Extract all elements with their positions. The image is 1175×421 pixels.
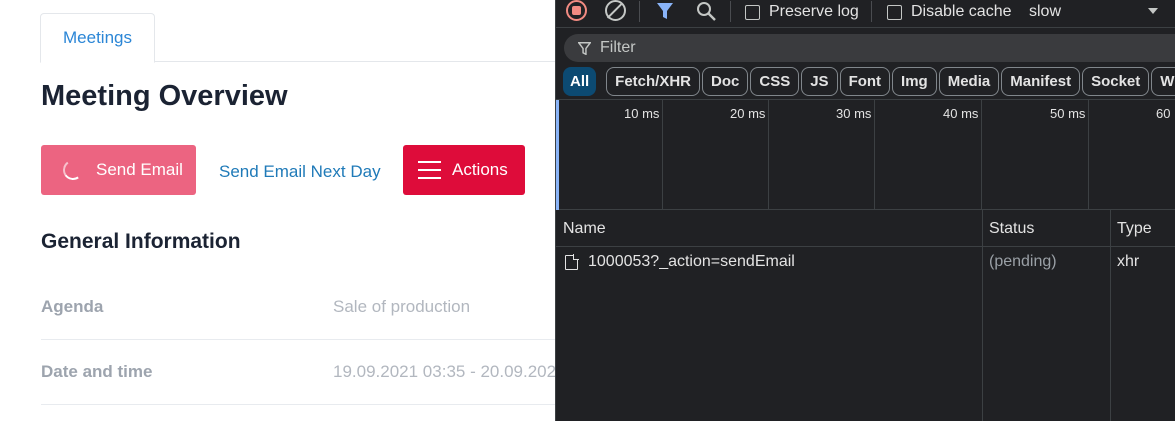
type-filter-bar: All Fetch/XHR Doc CSS JS Font Img Media Manifest… [563, 67, 1175, 96]
search-icon[interactable] [696, 1, 716, 21]
filter-placeholder: Filter [600, 39, 636, 56]
document-icon [565, 254, 579, 270]
column-header-type[interactable]: Type [1117, 220, 1152, 238]
filter-chip-socket[interactable]: Socket [1082, 67, 1150, 96]
column-header-status[interactable]: Status [989, 220, 1034, 238]
timeline-label: 20 ms [730, 106, 766, 121]
disable-cache-checkbox[interactable]: Disable cache [887, 0, 1012, 24]
request-table-header: Name Status Type [556, 210, 1175, 247]
page-title: Meeting Overview [41, 80, 288, 112]
app-panel: Meetings Meeting Overview Send Email Sen… [0, 0, 556, 421]
actions-label: Actions [452, 160, 508, 179]
preserve-log-checkbox[interactable]: Preserve log [745, 0, 859, 24]
filter-chip-media[interactable]: Media [938, 67, 1000, 96]
column-divider[interactable] [1110, 210, 1111, 421]
timeline-label: 60 ms [1156, 106, 1175, 121]
filter-funnel-icon [578, 41, 591, 55]
devtools-network-panel: Preserve log Disable cache slow Filter A… [555, 0, 1175, 421]
timeline-overview[interactable]: 10 ms 20 ms 30 ms 40 ms 50 ms 60 ms [556, 99, 1175, 211]
clear-icon[interactable] [605, 0, 626, 21]
info-row-date-time: Date and time 19.09.2021 03:35 - 20.09.2… [41, 341, 556, 405]
preserve-log-label: Preserve log [769, 3, 859, 20]
timeline-gridline [768, 100, 769, 211]
timeline-label: 50 ms [1050, 106, 1086, 121]
toolbar-divider [730, 1, 731, 22]
toolbar-divider [871, 1, 872, 22]
request-status: (pending) [989, 253, 1057, 270]
actions-button[interactable]: Actions [403, 145, 525, 195]
tab-meetings[interactable]: Meetings [40, 13, 155, 63]
timeline-label: 10 ms [624, 106, 660, 121]
section-title: General Information [41, 230, 241, 253]
column-divider[interactable] [982, 210, 983, 421]
send-email-next-day-link[interactable]: Send Email Next Day [219, 162, 381, 182]
info-label: Date and time [41, 362, 153, 381]
checkbox-icon [887, 4, 902, 20]
info-value: 19.09.2021 03:35 - 20.09.2021 [333, 362, 556, 381]
timeline-label: 40 ms [943, 106, 979, 121]
record-stop-icon[interactable] [566, 0, 587, 21]
filter-chip-css[interactable]: CSS [750, 67, 800, 96]
filter-chip-fetch-xhr[interactable]: Fetch/XHR [606, 67, 701, 96]
info-value: Sale of production [333, 297, 471, 316]
column-header-name[interactable]: Name [563, 220, 606, 238]
filter-chip-img[interactable]: Img [892, 67, 937, 96]
filter-chip-font[interactable]: Font [839, 67, 891, 96]
timeline-gridline [662, 100, 663, 211]
network-toolbar: Preserve log Disable cache slow [556, 0, 1175, 28]
checkbox-icon [745, 4, 760, 20]
timeline-label: 30 ms [836, 106, 872, 121]
filter-funnel-icon[interactable] [656, 2, 674, 20]
disable-cache-label: Disable cache [911, 3, 1012, 20]
filter-chip-all[interactable]: All [563, 67, 597, 96]
tab-meetings-label: Meetings [63, 28, 132, 47]
filter-chip-wasm[interactable]: W [1151, 67, 1175, 96]
timeline-gridline [981, 100, 982, 211]
request-name: 1000053?_action=sendEmail [588, 253, 795, 270]
throttling-select[interactable]: slow [1029, 0, 1061, 24]
timeline-gridline [1088, 100, 1089, 211]
send-email-button[interactable]: Send Email [41, 145, 196, 195]
loading-spinner-icon [61, 158, 85, 182]
filter-input[interactable]: Filter [564, 34, 1175, 62]
menu-icon [418, 161, 441, 179]
info-label: Agenda [41, 297, 104, 316]
info-row-agenda: Agenda Sale of production [41, 276, 556, 340]
table-row[interactable]: 1000053?_action=sendEmail (pending) xhr [556, 247, 1175, 277]
toolbar-divider [639, 1, 640, 22]
timeline-gridline [874, 100, 875, 211]
filter-chip-manifest[interactable]: Manifest [1001, 67, 1081, 96]
chevron-down-icon[interactable] [1148, 8, 1158, 14]
timeline-cursor[interactable] [556, 100, 559, 211]
filter-chip-doc[interactable]: Doc [702, 67, 749, 96]
filter-chip-js[interactable]: JS [801, 67, 838, 96]
send-email-label: Send Email [96, 160, 183, 179]
tab-bar: Meetings [40, 0, 556, 63]
request-type: xhr [1117, 253, 1140, 270]
